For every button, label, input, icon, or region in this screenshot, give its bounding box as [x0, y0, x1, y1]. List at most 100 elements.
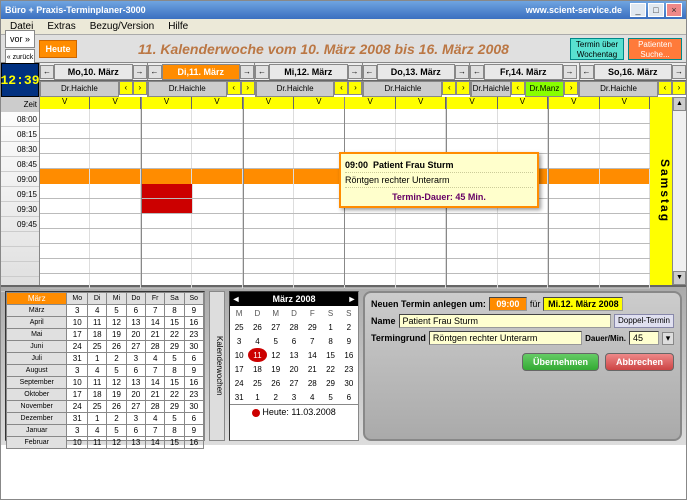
- cal-day[interactable]: 9: [340, 334, 358, 348]
- schedule-cell[interactable]: [40, 274, 141, 289]
- day-label[interactable]: Mo,10. März: [54, 64, 133, 80]
- schedule-cell[interactable]: [549, 184, 650, 199]
- prev-day-icon[interactable]: ←: [40, 65, 54, 79]
- cal-day[interactable]: 25: [230, 320, 248, 334]
- day-cell[interactable]: 27: [126, 401, 145, 413]
- next-day-icon[interactable]: →: [240, 65, 254, 79]
- day-cell[interactable]: 8: [165, 305, 184, 317]
- day-cell[interactable]: 8: [165, 425, 184, 437]
- cal-day[interactable]: 28: [285, 320, 303, 334]
- cal-day[interactable]: 7: [303, 334, 321, 348]
- day-cell[interactable]: 10: [67, 317, 88, 329]
- month-label[interactable]: April: [7, 317, 67, 329]
- cal-day[interactable]: 8: [321, 334, 339, 348]
- schedule-cell[interactable]: [549, 244, 650, 259]
- schedule-cell[interactable]: [244, 214, 345, 229]
- nav-forward[interactable]: vor »: [5, 30, 35, 48]
- schedule-cell[interactable]: [40, 184, 141, 199]
- day-cell[interactable]: 5: [107, 305, 126, 317]
- expand-left-icon[interactable]: ‹: [119, 81, 133, 95]
- schedule-cell[interactable]: [40, 199, 141, 214]
- day-cell[interactable]: 6: [126, 365, 145, 377]
- cal-day[interactable]: 10: [230, 348, 248, 362]
- day-cell[interactable]: 17: [67, 389, 88, 401]
- cal-day[interactable]: 26: [248, 320, 266, 334]
- cal-day[interactable]: 29: [321, 376, 339, 390]
- schedule-cell[interactable]: [345, 124, 446, 139]
- day-label[interactable]: Di,11. März: [162, 64, 241, 80]
- cal-day[interactable]: 31: [230, 390, 248, 404]
- day-cell[interactable]: 7: [146, 305, 165, 317]
- cal-day[interactable]: 15: [321, 348, 339, 362]
- cal-day[interactable]: 16: [340, 348, 358, 362]
- schedule-cell[interactable]: [40, 169, 141, 184]
- cal-day[interactable]: 12: [267, 348, 285, 362]
- day-cell[interactable]: 30: [184, 401, 203, 413]
- dropdown-icon[interactable]: ▾: [662, 332, 674, 345]
- schedule-cell[interactable]: [40, 214, 141, 229]
- schedule-cell[interactable]: [142, 184, 243, 199]
- schedule-cell[interactable]: [244, 124, 345, 139]
- day-cell[interactable]: 13: [126, 437, 145, 449]
- day-cell[interactable]: 11: [88, 377, 107, 389]
- schedule-cell[interactable]: [549, 229, 650, 244]
- schedule-cell[interactable]: [40, 124, 141, 139]
- cal-day[interactable]: 1: [321, 320, 339, 334]
- day-cell[interactable]: 27: [126, 341, 145, 353]
- day-label[interactable]: Do,13. März: [377, 64, 456, 80]
- day-cell[interactable]: 19: [107, 329, 126, 341]
- month-label[interactable]: Mai: [7, 329, 67, 341]
- day-cell[interactable]: 20: [126, 329, 145, 341]
- day-cell[interactable]: 11: [88, 437, 107, 449]
- schedule-cell[interactable]: [345, 229, 446, 244]
- doctor-cell[interactable]: Dr.Haichle: [471, 81, 510, 97]
- day-cell[interactable]: 21: [146, 329, 165, 341]
- cal-day[interactable]: 4: [303, 390, 321, 404]
- schedule-cell[interactable]: [345, 244, 446, 259]
- doctor-cell[interactable]: Dr.Haichle: [256, 81, 335, 97]
- menu-extras[interactable]: Extras: [41, 20, 81, 33]
- day-cell[interactable]: 8: [165, 365, 184, 377]
- schedule-cell[interactable]: [447, 214, 548, 229]
- day-cell[interactable]: 3: [67, 425, 88, 437]
- doctor-cell[interactable]: Dr.Haichle: [148, 81, 227, 97]
- day-cell[interactable]: 10: [67, 437, 88, 449]
- expand-left-icon[interactable]: ‹: [227, 81, 241, 95]
- mini-calendar[interactable]: ◄ März 2008 ► MDMDFSS2526272829123456789…: [229, 291, 359, 441]
- mini-cal-footer[interactable]: Heute: 11.03.2008: [230, 404, 358, 419]
- day-cell[interactable]: 16: [184, 437, 203, 449]
- schedule-cell[interactable]: [549, 199, 650, 214]
- day-cell[interactable]: 3: [126, 353, 145, 365]
- cal-day[interactable]: 25: [248, 376, 266, 390]
- day-label[interactable]: So,16. März: [594, 64, 673, 80]
- day-cell[interactable]: 28: [146, 401, 165, 413]
- cal-day[interactable]: 21: [303, 362, 321, 376]
- schedule-cell[interactable]: [142, 154, 243, 169]
- menu-hilfe[interactable]: Hilfe: [162, 20, 194, 33]
- cal-day[interactable]: 22: [321, 362, 339, 376]
- schedule-cell[interactable]: [345, 214, 446, 229]
- expand-right-icon[interactable]: ›: [672, 81, 686, 95]
- schedule-cell[interactable]: [549, 169, 650, 184]
- schedule-cell[interactable]: [447, 109, 548, 124]
- next-day-icon[interactable]: →: [133, 65, 147, 79]
- day-cell[interactable]: 9: [184, 365, 203, 377]
- cal-day[interactable]: 13: [285, 348, 303, 362]
- prev-month-icon[interactable]: ◄: [230, 294, 242, 304]
- day-cell[interactable]: 2: [107, 413, 126, 425]
- day-label[interactable]: Mi,12. März: [269, 64, 348, 80]
- schedule-cell[interactable]: [142, 259, 243, 274]
- cal-day[interactable]: 11: [248, 348, 266, 362]
- schedule-cell[interactable]: [244, 259, 345, 274]
- schedule-cell[interactable]: [40, 244, 141, 259]
- day-cell[interactable]: 15: [165, 317, 184, 329]
- day-cell[interactable]: 25: [88, 341, 107, 353]
- doctor-cell[interactable]: Dr.Manz: [525, 81, 564, 97]
- day-cell[interactable]: 12: [107, 437, 126, 449]
- day-cell[interactable]: 14: [146, 317, 165, 329]
- expand-icon[interactable]: ›: [564, 81, 578, 95]
- day-cell[interactable]: 4: [88, 305, 107, 317]
- expand-left-icon[interactable]: ‹: [442, 81, 456, 95]
- schedule-cell[interactable]: [447, 244, 548, 259]
- schedule-cell[interactable]: [142, 274, 243, 289]
